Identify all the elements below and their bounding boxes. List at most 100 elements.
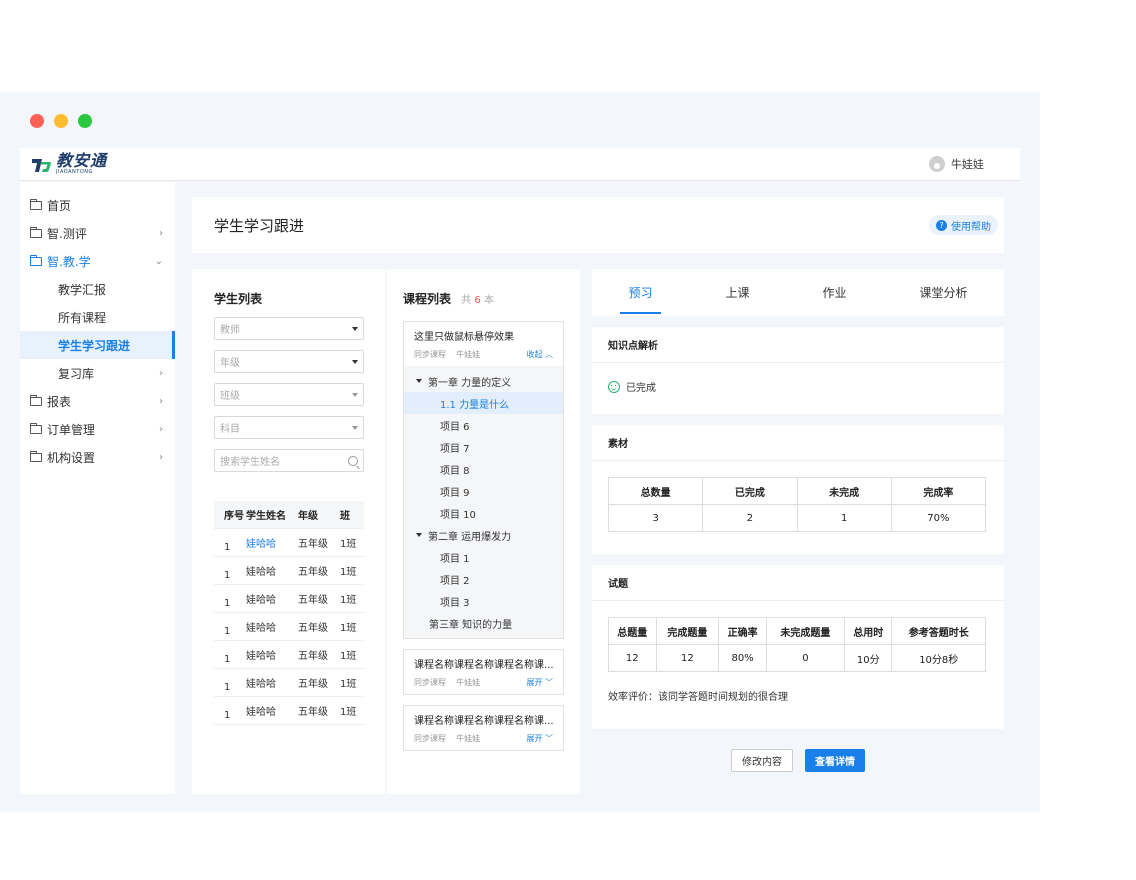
sidebar-item-label: 复习库 xyxy=(58,366,95,381)
sidebar-item-label: 智.测评 xyxy=(47,226,87,241)
avatar-icon xyxy=(929,156,945,172)
sidebar-item-org-settings[interactable]: 机构设置 › xyxy=(20,443,175,471)
course-card-expanded[interactable]: 这里只做鼠标悬停效果 同步课程 牛娃娃 收起 ︿ 第一章 力量的定义 1.1 力… xyxy=(403,321,564,639)
caret-down-icon xyxy=(352,425,358,430)
tree-item[interactable]: 项目 8 xyxy=(404,458,563,480)
tree-chapter[interactable]: 第三章 知识的力量 xyxy=(404,612,563,634)
tree-item[interactable]: 项目 1 xyxy=(404,546,563,568)
sidebar-item-label: 首页 xyxy=(47,198,72,213)
tab-preview[interactable]: 预习 xyxy=(620,269,661,316)
expand-toggle[interactable]: 展开 ﹀ xyxy=(526,733,553,744)
tree-chapter[interactable]: 第一章 力量的定义 xyxy=(404,370,563,392)
student-search-input[interactable]: 搜索学生姓名 xyxy=(214,449,364,472)
help-button[interactable]: ? 使用帮助 xyxy=(929,215,998,235)
chevron-down-icon: ﹀ xyxy=(545,734,553,743)
column-header: 未完成 xyxy=(796,477,892,505)
completion-status: 已完成 xyxy=(608,379,988,394)
tab-label: 课堂分析 xyxy=(919,286,968,300)
sidebar-item-reports[interactable]: 报表 › xyxy=(20,387,175,415)
table-row[interactable]: 1 娃哈哈 五年级 1班 xyxy=(214,529,364,557)
course-teacher: 牛娃娃 xyxy=(456,734,481,743)
collapse-toggle[interactable]: 收起 ︿ xyxy=(526,349,553,360)
tree-item[interactable]: 项目 3 xyxy=(404,590,563,612)
table-row[interactable]: 1 娃哈哈 五年级 1班 xyxy=(214,697,364,725)
course-card[interactable]: 课程名称课程名称课程名称课... 同步课程 牛娃娃 展开 ﹀ xyxy=(403,649,564,695)
course-card[interactable]: 课程名称课程名称课程名称课... 同步课程 牛娃娃 展开 ﹀ xyxy=(403,705,564,751)
sidebar-item-student-tracking[interactable]: 学生学习跟进 xyxy=(20,331,175,359)
grade-select[interactable]: 年级 xyxy=(214,350,364,373)
table-cell: 0 xyxy=(765,644,845,672)
close-window-button[interactable] xyxy=(30,114,44,128)
sidebar-item-all-courses[interactable]: 所有课程 xyxy=(20,303,175,331)
logo[interactable]: 教安通 JIAOANTONG xyxy=(30,153,107,175)
table-row[interactable]: 1 娃哈哈 五年级 1班 xyxy=(214,585,364,613)
student-name[interactable]: 娃哈哈 xyxy=(246,703,298,718)
table-cell: 70% xyxy=(890,504,987,532)
expand-toggle[interactable]: 展开 ﹀ xyxy=(526,677,553,688)
tab-class-analysis[interactable]: 课堂分析 xyxy=(911,269,975,316)
student-class: 1班 xyxy=(340,567,357,578)
tab-label: 作业 xyxy=(822,286,847,300)
tree-section-selected[interactable]: 1.1 力量是什么 xyxy=(404,392,563,414)
course-title: 这里只做鼠标悬停效果 xyxy=(414,332,514,343)
column-header: 班 xyxy=(340,511,350,522)
student-name[interactable]: 娃哈哈 xyxy=(246,563,298,578)
tab-class[interactable]: 上课 xyxy=(717,269,757,316)
tree-label: 项目 3 xyxy=(440,597,470,609)
chevron-up-icon: ︿ xyxy=(545,350,553,359)
sidebar-item-label: 所有课程 xyxy=(58,310,107,325)
student-class: 1班 xyxy=(340,679,357,690)
sidebar-item-assessment[interactable]: 智.测评 › xyxy=(20,219,175,247)
student-grade: 五年级 xyxy=(298,707,328,718)
sidebar-item-home[interactable]: 首页 xyxy=(20,191,175,219)
class-select[interactable]: 班级 xyxy=(214,383,364,406)
student-name-link[interactable]: 娃哈哈 xyxy=(246,535,298,550)
sidebar-item-review-bank[interactable]: 复习库 › xyxy=(20,359,175,387)
table-row[interactable]: 1 娃哈哈 五年级 1班 xyxy=(214,613,364,641)
table-row[interactable]: 1 娃哈哈 五年级 1班 xyxy=(214,669,364,697)
view-details-button[interactable]: 查看详情 xyxy=(805,749,865,772)
sidebar-item-teaching[interactable]: 智.教.学 ⌄ xyxy=(20,247,175,275)
search-icon[interactable] xyxy=(348,455,358,466)
course-count: 共 6 本 xyxy=(461,295,494,306)
sidebar-item-teaching-report[interactable]: 教学汇报 xyxy=(20,275,175,303)
student-name[interactable]: 娃哈哈 xyxy=(246,647,298,662)
tree-label: 项目 7 xyxy=(440,443,470,455)
tab-label: 预习 xyxy=(628,286,653,300)
table-row[interactable]: 1 娃哈哈 五年级 1班 xyxy=(214,557,364,585)
folder-icon xyxy=(30,450,42,462)
student-name[interactable]: 娃哈哈 xyxy=(246,675,298,690)
minimize-window-button[interactable] xyxy=(54,114,68,128)
chapter-tree: 第一章 力量的定义 1.1 力量是什么 项目 6 项目 7 项目 8 项目 9 … xyxy=(404,366,563,638)
tree-item[interactable]: 项目 2 xyxy=(404,568,563,590)
subject-select[interactable]: 科目 xyxy=(214,416,364,439)
tree-label: 第一章 力量的定义 xyxy=(428,377,512,389)
maximize-window-button[interactable] xyxy=(78,114,92,128)
tree-label: 项目 2 xyxy=(440,575,470,587)
tree-item[interactable]: 项目 7 xyxy=(404,436,563,458)
student-name[interactable]: 娃哈哈 xyxy=(246,591,298,606)
sidebar-item-orders[interactable]: 订单管理 › xyxy=(20,415,175,443)
edit-content-button[interactable]: 修改内容 xyxy=(731,749,793,772)
tab-label: 上课 xyxy=(725,286,750,300)
row-index: 1 xyxy=(224,570,231,581)
tree-item[interactable]: 项目 9 xyxy=(404,480,563,502)
search-placeholder: 搜索学生姓名 xyxy=(220,457,280,468)
count-prefix: 共 xyxy=(461,295,472,306)
detail-panel: 预习 上课 作业 课堂分析 知识点解析 已完成 素材 总数量 已完成 未完成 完… xyxy=(592,269,1004,772)
table-row[interactable]: 1 娃哈哈 五年级 1班 xyxy=(214,641,364,669)
tree-item[interactable]: 项目 6 xyxy=(404,414,563,436)
row-index: 1 xyxy=(224,654,231,665)
section-title: 素材 xyxy=(592,425,1004,461)
count-suffix: 本 xyxy=(483,295,494,306)
student-name[interactable]: 娃哈哈 xyxy=(246,619,298,634)
tree-item[interactable]: 项目 10 xyxy=(404,502,563,524)
tab-homework[interactable]: 作业 xyxy=(814,269,854,316)
tree-chapter[interactable]: 第二章 运用爆发力 xyxy=(404,524,563,546)
table-cell: 3 xyxy=(607,504,704,532)
teacher-select[interactable]: 教师 xyxy=(214,317,364,340)
user-menu[interactable]: 牛娃娃 xyxy=(929,156,984,172)
chevron-right-icon: › xyxy=(159,423,163,435)
page-header: 学生学习跟进 ? 使用帮助 xyxy=(192,197,1004,253)
table-cell: 10分 xyxy=(843,644,893,672)
